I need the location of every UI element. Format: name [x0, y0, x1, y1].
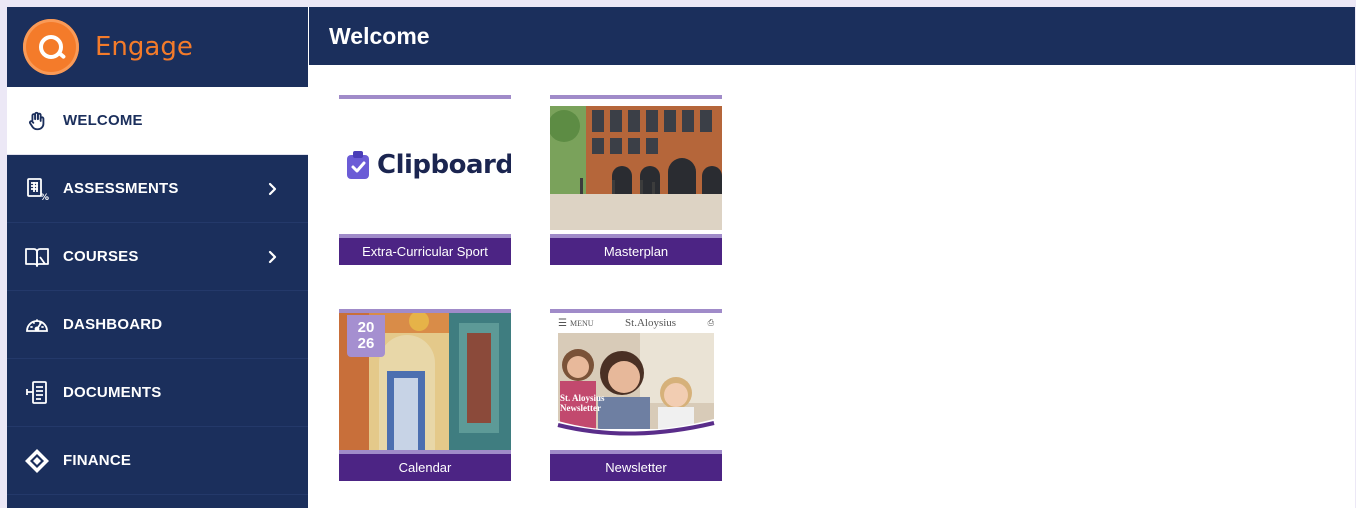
tile-newsletter[interactable]: ☰ MENU St.Aloysius ⎙ St. Aloysius Newsle… [550, 309, 722, 481]
gauge-icon [24, 312, 50, 338]
hand-wave-icon [24, 108, 50, 134]
sidebar-item-label: ASSESSMENTS [63, 180, 179, 197]
tile-label: Extra-Curricular Sport [339, 234, 511, 265]
clipboard-logo-image: Clipboard [339, 99, 511, 234]
book-icon [24, 244, 50, 270]
page-title: Welcome [329, 22, 430, 49]
sidebar: Engage WELCOME % ASSESSMENTS COURSES DAS… [7, 7, 308, 508]
app-window: Engage WELCOME % ASSESSMENTS COURSES DAS… [7, 7, 1355, 508]
newsletter-masthead: ☰ MENU St.Aloysius ⎙ [550, 313, 722, 333]
building-photo [550, 99, 722, 234]
year-badge: 20 26 [347, 315, 385, 357]
tile-masterplan[interactable]: Masterplan [550, 95, 722, 265]
tile-label: Masterplan [550, 234, 722, 265]
masthead-text: St.Aloysius [625, 317, 677, 329]
chevron-right-icon[interactable] [263, 247, 283, 267]
sidebar-item-label: DOCUMENTS [63, 384, 162, 401]
cover-text: St. Aloysius Newsletter [560, 393, 605, 413]
sidebar-item-finance[interactable]: FINANCE [7, 427, 308, 495]
sidebar-item-label: COURSES [63, 248, 139, 265]
newsletter-cover: ☰ MENU St.Aloysius ⎙ St. Aloysius Newsle… [550, 313, 722, 450]
sidebar-item-assessments[interactable]: % ASSESSMENTS [7, 155, 308, 223]
grade-sheet-icon: % [24, 176, 50, 202]
print-icon: ⎙ [707, 318, 714, 327]
document-icon [24, 380, 50, 406]
chevron-right-icon[interactable] [263, 179, 283, 199]
svg-text:%: % [40, 193, 49, 201]
sidebar-item-courses[interactable]: COURSES [7, 223, 308, 291]
engage-logo-icon [23, 19, 79, 75]
sidebar-item-documents[interactable]: DOCUMENTS [7, 359, 308, 427]
diamond-icon [24, 448, 50, 474]
tile-label: Calendar [339, 450, 511, 481]
tile-calendar[interactable]: 20 26 Calendar [339, 309, 511, 481]
tile-label: Newsletter [550, 450, 722, 481]
tile-extra-curricular-sport[interactable]: Clipboard Extra-Curricular Sport [339, 95, 511, 265]
sidebar-item-label: WELCOME [63, 112, 143, 129]
clipboard-logo-text: Clipboard [377, 150, 511, 180]
doorway-painting: 20 26 [339, 313, 511, 450]
sidebar-item-label: FINANCE [63, 452, 132, 469]
brand[interactable]: Engage [7, 7, 308, 87]
menu-text: MENU [569, 318, 594, 328]
sidebar-item-welcome[interactable]: WELCOME [7, 87, 308, 155]
clipboard-icon [347, 151, 369, 179]
sidebar-item-dashboard[interactable]: DASHBOARD [7, 291, 308, 359]
brand-name: Engage [95, 32, 193, 62]
sidebar-item-label: DASHBOARD [63, 316, 163, 333]
page-header: Welcome [309, 7, 1355, 65]
